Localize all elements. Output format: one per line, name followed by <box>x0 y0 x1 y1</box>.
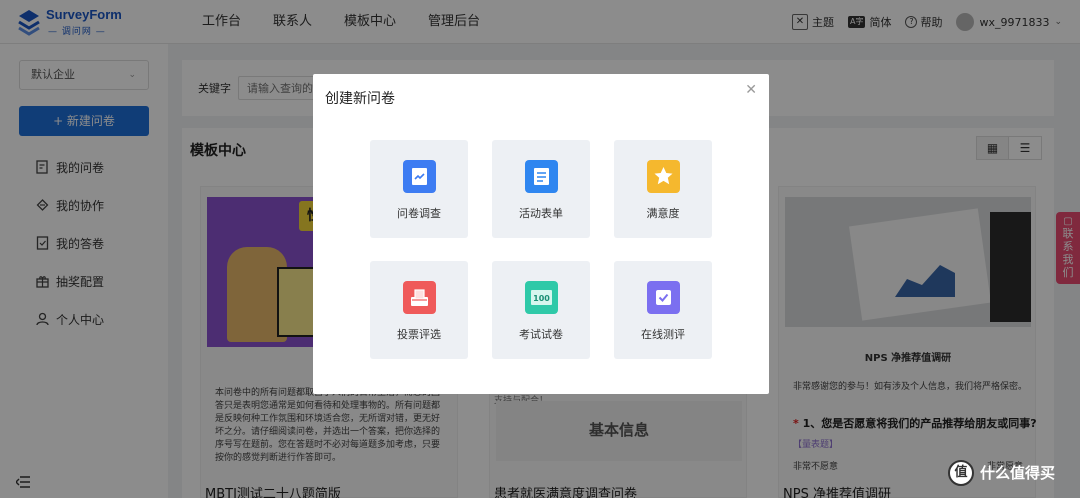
tile-survey[interactable]: 问卷调查 <box>370 140 468 238</box>
tile-label: 考试试卷 <box>519 328 563 341</box>
tile-label: 在线测评 <box>641 328 685 341</box>
tile-label: 问卷调查 <box>397 207 441 220</box>
tile-label: 投票评选 <box>397 328 441 341</box>
close-icon[interactable]: ✕ <box>745 82 757 98</box>
tile-online-assessment[interactable]: 在线测评 <box>614 261 712 359</box>
form-icon <box>525 160 558 193</box>
tile-exam[interactable]: 100 考试试卷 <box>492 261 590 359</box>
watermark-logo: 值 <box>948 460 974 486</box>
tile-satisfaction[interactable]: 满意度 <box>614 140 712 238</box>
vote-icon <box>403 281 436 314</box>
watermark-text: 什么值得买 <box>980 464 1056 482</box>
tile-activity-form[interactable]: 活动表单 <box>492 140 590 238</box>
star-icon <box>647 160 680 193</box>
survey-icon <box>403 160 436 193</box>
check-icon <box>647 281 680 314</box>
svg-text:100: 100 <box>533 294 550 303</box>
tile-vote[interactable]: 投票评选 <box>370 261 468 359</box>
dialog-title: 创建新问卷 <box>325 91 395 107</box>
tile-label: 活动表单 <box>519 207 563 220</box>
exam-icon: 100 <box>525 281 558 314</box>
tile-label: 满意度 <box>646 207 680 220</box>
create-survey-dialog: 创建新问卷 ✕ 问卷调查 活动表单 满意度 投票评选 100 考试试卷 在线测评 <box>313 74 769 394</box>
watermark: 值 什么值得买 <box>948 458 1068 492</box>
